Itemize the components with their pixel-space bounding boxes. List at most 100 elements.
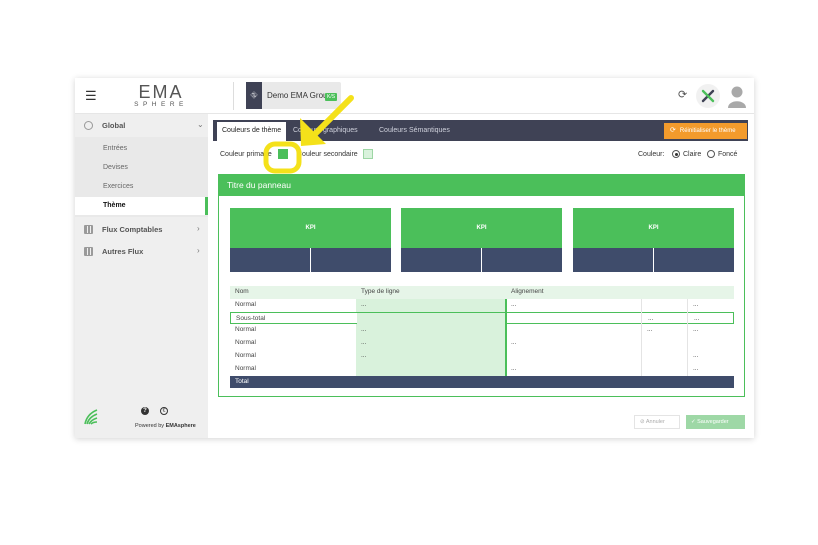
table-cell: ... [511,339,517,347]
table-row: Normal ... ... ... [230,298,734,312]
menu-icon[interactable]: ☰ [85,89,97,102]
table-header-row: Nom Type de ligne Alignement [230,286,734,299]
top-bar: ☰ EMA SPHERE ⛗ Demo EMA Group K/S ⟳ [75,78,754,114]
sidebar-item-flux-comptables[interactable]: Flux Comptables › [75,220,208,240]
alignment-divider [505,298,507,376]
emasphere-logo[interactable]: EMA SPHERE [132,83,190,109]
sidebar-item-label: Thème [103,202,126,209]
radio-fonce[interactable] [707,150,715,158]
user-avatar[interactable] [727,84,747,108]
powered-prefix: Powered by [135,423,165,429]
table-cell: ... [361,339,367,347]
sidebar-group-label: Flux Comptables [102,225,163,234]
kpi-value-cell [401,248,481,272]
table-cell: ... [693,364,699,372]
sidebar-item-theme[interactable]: Thème [75,197,208,215]
global-submenu: Entrées Devises Exercices Thème [75,137,208,217]
shaded-column [356,298,505,312]
sidebar-item-exercices[interactable]: Exercices [75,178,208,196]
tabs-bar: Couleurs de thème Couleurs graphiques Co… [213,120,748,141]
tab-couleurs-de-theme[interactable]: Couleurs de thème [217,122,287,141]
save-button[interactable]: ✓ Sauvegarder [686,415,745,429]
refresh-icon[interactable]: ⟳ [678,89,687,101]
secondary-color-label: Couleur secondaire [297,151,358,158]
table-cell: ... [693,326,699,334]
kpi-value-cell [311,248,391,272]
company-name: Demo EMA Group [267,91,332,100]
cancel-icon: ⊘ [640,419,645,425]
kpi-value-cell [230,248,310,272]
language-icon[interactable]: € [160,407,168,415]
grid-icon [84,247,93,256]
secondary-color-swatch[interactable] [363,149,373,159]
cancel-button[interactable]: ⊘ Annuler [634,415,680,429]
column-header: Type de ligne [361,288,400,295]
shaded-column [356,350,505,363]
sidebar-group-label: Autres Flux [102,247,144,256]
preview-table: Nom Type de ligne Alignement Normal ... … [230,286,734,389]
emasphere-mark-icon [83,406,101,426]
reset-theme-label: Réinitialiser le thème [679,128,736,134]
radio-claire-label: Claire [683,151,702,158]
shaded-column [356,362,505,376]
column-header: Alignement [511,288,544,295]
powered-brand: EMAsphere [165,423,196,429]
table-row: Normal ... ... [230,337,734,350]
tools-icon[interactable] [696,84,720,108]
chevron-down-icon: ⌄ [197,120,204,129]
column-divider [687,298,688,376]
main-content: Couleurs de thème Couleurs graphiques Co… [213,120,748,438]
kpi-value-cell [654,248,734,272]
company-selector[interactable]: ⛗ Demo EMA Group K/S [246,82,341,109]
sidebar-item-autres-flux[interactable]: Autres Flux › [75,242,208,262]
table-cell: ... [361,326,367,334]
refresh-icon: ⟳ [670,127,676,134]
sidebar-item-global[interactable]: Global ⌄ [75,116,208,136]
color-settings-row: Couleur primaire Couleur secondaire Coul… [213,144,748,164]
powered-by: Powered by EMAsphere [135,423,196,429]
table-row: Normal ... ... [230,362,734,376]
table-total-row: Total [230,375,734,389]
kpi-card: KPI [401,208,562,272]
table-row: Normal ... ... ... [230,324,734,338]
table-cell: ... [361,300,367,308]
kpi-card: KPI [573,208,734,272]
kpi-value-cell [482,248,562,272]
check-icon: ✓ [691,419,696,425]
kpi-value-cell [573,248,653,272]
table-cell: ... [511,364,517,372]
sidebar-item-entrees[interactable]: Entrées [75,140,208,158]
sidebar-item-label: Exercices [103,183,134,190]
table-cell: Normal [235,352,256,359]
panel-title: Titre du panneau [219,175,744,196]
company-badge: K/S [325,93,338,101]
kpi-title: KPI [401,208,562,248]
sidebar-group-label: Global [102,121,126,130]
app-window: ☰ EMA SPHERE ⛗ Demo EMA Group K/S ⟳ Glob… [75,78,754,438]
kpi-card: KPI [230,208,391,272]
radio-fonce-label: Foncé [718,151,738,158]
table-cell: ... [647,326,653,334]
table-cell: Total [235,377,249,385]
table-cell: Normal [235,364,256,372]
org-chart-icon: ⛗ [246,82,262,109]
table-cell: Normal [235,300,256,308]
cancel-label: Annuler [645,419,665,425]
table-cell: Normal [235,326,256,334]
chevron-right-icon: › [197,246,200,255]
tab-couleurs-graphiques[interactable]: Couleurs graphiques [293,120,358,141]
preview-panel: Titre du panneau KPI KPI KPI Nom Type de… [218,174,745,397]
help-icon[interactable]: ? [141,407,149,415]
radio-claire[interactable] [672,150,680,158]
table-row: Normal ... ... [230,350,734,363]
logo-main-text: EMA [138,82,184,102]
primary-color-swatch[interactable] [278,149,288,159]
sidebar: Global ⌄ Entrées Devises Exercices Thème… [75,114,208,438]
table-cell: ... [693,300,699,308]
table-cell: ... [361,352,367,359]
column-header: Nom [235,288,249,295]
header-divider [233,82,234,110]
reset-theme-button[interactable]: ⟳ Réinitialiser le thème [664,123,747,139]
tab-couleurs-semantiques[interactable]: Couleurs Sémantiques [379,120,450,141]
sidebar-item-devises[interactable]: Devises [75,159,208,177]
